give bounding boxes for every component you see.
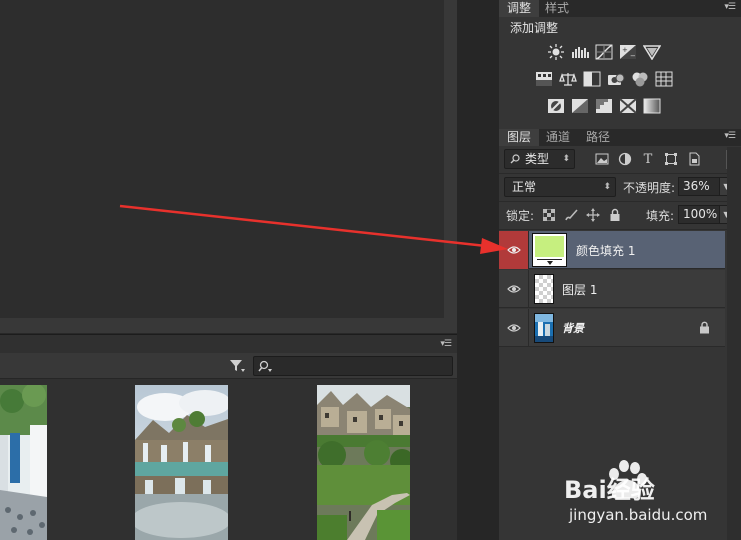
search-input[interactable] xyxy=(253,356,453,376)
layer-visibility-eye-icon[interactable] xyxy=(499,231,529,269)
lock-position-icon[interactable] xyxy=(585,207,601,223)
panel-menu-icon[interactable]: ▾☰ xyxy=(440,339,452,349)
add-adjustment-title: 添加调整 xyxy=(510,21,559,35)
exposure-icon[interactable]: + − xyxy=(619,44,637,60)
thumbnail-village[interactable] xyxy=(317,385,410,540)
lock-image-pixels-icon[interactable] xyxy=(563,207,579,223)
svg-text:−: − xyxy=(630,52,636,60)
document-canvas[interactable] xyxy=(0,0,444,318)
levels-icon[interactable] xyxy=(571,44,589,60)
panel-menu-icon[interactable]: ▾☰ xyxy=(724,2,736,12)
layer-name[interactable]: 背景 xyxy=(562,320,584,336)
fill-input[interactable]: 100% xyxy=(678,205,720,224)
thumbnail-waterfall[interactable] xyxy=(135,385,228,540)
curves-icon[interactable] xyxy=(595,44,613,60)
workspace-gutter xyxy=(457,0,499,540)
layer-row-background[interactable]: 背景 xyxy=(499,309,725,347)
hue-saturation-icon[interactable] xyxy=(535,71,553,87)
blend-mode-label: 正常 xyxy=(512,180,537,194)
watermark-url: jingyan.baidu.com xyxy=(569,506,708,524)
blend-mode-select[interactable]: 正常 ⬍ xyxy=(504,177,616,197)
invert-icon[interactable] xyxy=(547,98,565,114)
fill-layer-thumbnail[interactable] xyxy=(532,233,567,267)
svg-text:+: + xyxy=(622,46,628,54)
lock-label: 锁定: xyxy=(506,209,535,223)
canvas-vertical-scrollbar[interactable] xyxy=(444,0,457,333)
fill-label: 填充: xyxy=(646,209,675,223)
threshold-icon[interactable] xyxy=(595,98,613,114)
layer-filter-kind-select[interactable]: 类型 ⬍ xyxy=(504,149,575,169)
select-arrows-icon: ⬍ xyxy=(562,154,570,164)
search-icon xyxy=(258,360,272,372)
tab-channels[interactable]: 通道 xyxy=(538,129,578,146)
layers-tabbar: 图层 通道 路径 ▾☰ xyxy=(499,129,741,146)
opacity-label: 不透明度: xyxy=(623,181,676,195)
panel-menu-icon[interactable]: ▾☰ xyxy=(724,131,736,141)
fill-layer-indicator xyxy=(537,259,562,265)
filter-type-layers-icon[interactable]: T xyxy=(640,151,656,167)
adjustments-tabbar: 调整 样式 ▾☰ xyxy=(499,0,741,17)
filter-icon[interactable] xyxy=(228,358,246,374)
background-layer-thumbnail[interactable] xyxy=(534,313,554,343)
color-balance-icon[interactable] xyxy=(559,71,577,87)
color-lookup-icon[interactable] xyxy=(655,71,673,87)
lock-transparent-pixels-icon[interactable] xyxy=(541,207,557,223)
right-panel-dock: 调整 样式 ▾☰ 添加调整 + − 图层 通道 路径 ▾☰ 类型 ⬍ T 正常 … xyxy=(499,0,741,540)
layer-visibility-eye-icon[interactable] xyxy=(499,270,529,308)
select-arrows-icon: ⬍ xyxy=(603,182,611,192)
baidu-jingyan-watermark: Bai经验 jingyan.baidu.com xyxy=(564,460,741,540)
watermark-brand: Bai经验 xyxy=(564,476,655,504)
channel-mixer-icon[interactable] xyxy=(631,71,649,87)
posterize-icon[interactable] xyxy=(571,98,589,114)
filter-shape-layers-icon[interactable] xyxy=(663,151,679,167)
layer-row-layer-1[interactable]: 图层 1 xyxy=(499,270,725,308)
fill-color-swatch xyxy=(535,236,564,257)
filter-smart-objects-icon[interactable] xyxy=(686,151,702,167)
filter-adjustment-layers-icon[interactable] xyxy=(617,151,633,167)
search-icon xyxy=(510,154,520,164)
opacity-input[interactable]: 36% xyxy=(678,177,720,196)
lock-icon xyxy=(699,321,710,337)
photo-filter-icon[interactable] xyxy=(607,71,625,87)
layer-filter-kind-label: 类型 xyxy=(525,152,550,166)
lock-all-icon[interactable] xyxy=(607,207,623,223)
selective-color-icon[interactable] xyxy=(619,98,637,114)
vibrance-icon[interactable] xyxy=(643,44,661,60)
tab-adjustments[interactable]: 调整 xyxy=(499,0,540,17)
filter-pixel-layers-icon[interactable] xyxy=(594,151,610,167)
layer-row-color-fill[interactable]: 颜色填充 1 xyxy=(499,231,725,269)
layer-name[interactable]: 图层 1 xyxy=(562,281,597,298)
browser-toolbar xyxy=(0,353,457,379)
transparent-layer-thumbnail[interactable] xyxy=(534,274,554,304)
thumbnail-street[interactable] xyxy=(0,385,47,540)
layer-name[interactable]: 颜色填充 1 xyxy=(576,242,635,259)
gradient-map-icon[interactable] xyxy=(643,98,661,114)
tab-paths[interactable]: 路径 xyxy=(578,129,618,146)
brightness-contrast-icon[interactable] xyxy=(547,44,565,60)
black-white-icon[interactable] xyxy=(583,71,601,87)
tab-layers[interactable]: 图层 xyxy=(499,129,540,146)
layer-visibility-eye-icon[interactable] xyxy=(499,309,529,347)
tab-styles[interactable]: 样式 xyxy=(537,0,577,17)
canvas-horizontal-scrollbar[interactable] xyxy=(0,318,457,333)
